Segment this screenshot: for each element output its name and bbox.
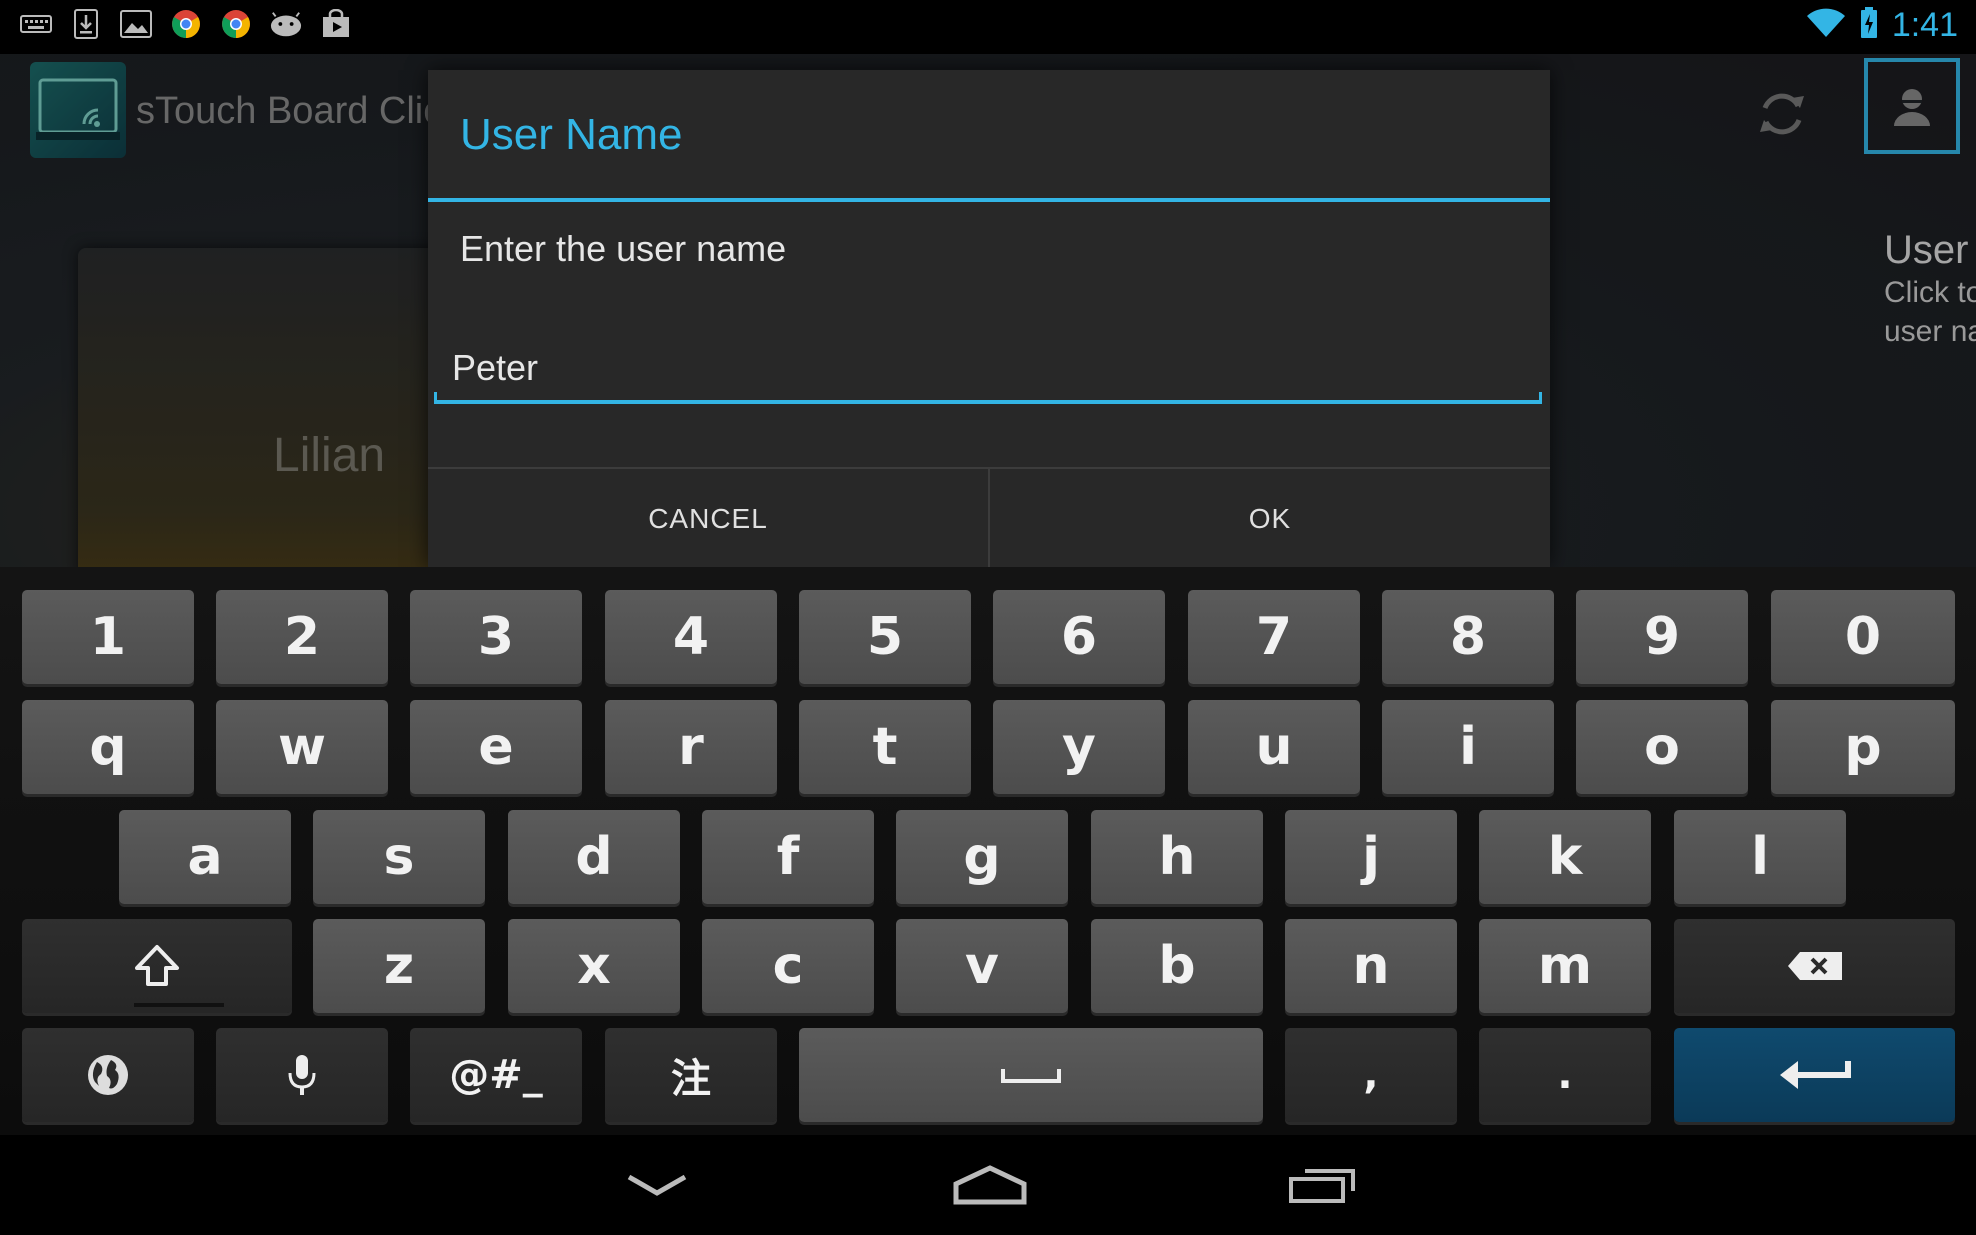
- key-d[interactable]: d: [508, 810, 680, 904]
- backspace-icon: [1787, 952, 1842, 980]
- recents-icon[interactable]: [1273, 1147, 1373, 1223]
- enter-key[interactable]: [1674, 1028, 1955, 1122]
- language-key[interactable]: [22, 1028, 194, 1122]
- chrome-icon: [170, 8, 202, 40]
- user-name-field-wrapper: [434, 340, 1542, 404]
- key-u[interactable]: u: [1188, 700, 1360, 794]
- shift-icon: [135, 945, 179, 986]
- key-2[interactable]: 2: [216, 590, 388, 684]
- chrome-icon: [220, 8, 252, 40]
- enter-icon: [1779, 1061, 1851, 1089]
- key-i[interactable]: i: [1382, 700, 1554, 794]
- key-o[interactable]: o: [1576, 700, 1748, 794]
- key-v[interactable]: v: [896, 919, 1068, 1013]
- ok-button[interactable]: OK: [988, 469, 1550, 569]
- dialog-message: Enter the user name: [460, 228, 787, 269]
- battery-icon: [1860, 7, 1878, 44]
- key-0[interactable]: 0: [1771, 590, 1955, 684]
- back-icon[interactable]: [607, 1147, 707, 1223]
- dialog-buttons: CANCEL OK: [428, 467, 1550, 569]
- backspace-key[interactable]: [1674, 919, 1955, 1013]
- user-name-input[interactable]: [434, 340, 1542, 396]
- cancel-button[interactable]: CANCEL: [428, 469, 988, 569]
- key-s[interactable]: s: [313, 810, 485, 904]
- voice-key[interactable]: [216, 1028, 388, 1122]
- status-right: 1:41: [1806, 6, 1958, 45]
- key-c[interactable]: c: [702, 919, 874, 1013]
- notification-icons: [20, 8, 352, 40]
- key-8[interactable]: 8: [1382, 590, 1554, 684]
- space-icon: [1001, 1069, 1061, 1083]
- key-a[interactable]: a: [119, 810, 291, 904]
- key-7[interactable]: 7: [1188, 590, 1360, 684]
- symbols-key[interactable]: @#_: [410, 1028, 582, 1122]
- key-h[interactable]: h: [1091, 810, 1263, 904]
- wifi-icon: [1806, 8, 1846, 43]
- microphone-icon: [288, 1055, 316, 1095]
- keyboard-icon: [20, 8, 52, 40]
- input-tick-right: [1539, 392, 1542, 404]
- key-1[interactable]: 1: [22, 590, 194, 684]
- key-z[interactable]: z: [313, 919, 485, 1013]
- key-w[interactable]: w: [216, 700, 388, 794]
- key-g[interactable]: g: [896, 810, 1068, 904]
- soft-keyboard: 1 2 3 4 5 6 7 8 9 0 q w e r t y u i o p …: [0, 567, 1976, 1135]
- key-q[interactable]: q: [22, 700, 194, 794]
- key-9[interactable]: 9: [1576, 590, 1748, 684]
- shift-key[interactable]: [22, 919, 292, 1013]
- key-p[interactable]: p: [1771, 700, 1955, 794]
- period-key[interactable]: .: [1479, 1028, 1651, 1122]
- android-icon: [270, 8, 302, 40]
- key-l[interactable]: l: [1674, 810, 1846, 904]
- key-y[interactable]: y: [993, 700, 1165, 794]
- key-6[interactable]: 6: [993, 590, 1165, 684]
- input-underline: [434, 400, 1542, 404]
- globe-icon: [88, 1055, 128, 1095]
- key-3[interactable]: 3: [410, 590, 582, 684]
- zhuyin-key[interactable]: 注: [605, 1028, 777, 1122]
- input-tick-left: [434, 392, 437, 404]
- user-name-dialog: User Name Enter the user name CANCEL OK: [428, 70, 1550, 569]
- play-store-icon: [320, 8, 352, 40]
- status-bar: 1:41: [0, 0, 1976, 54]
- space-key[interactable]: [799, 1028, 1263, 1122]
- dialog-title: User Name: [460, 110, 683, 159]
- image-icon: [120, 8, 152, 40]
- key-j[interactable]: j: [1285, 810, 1457, 904]
- key-f[interactable]: f: [702, 810, 874, 904]
- home-icon[interactable]: [940, 1147, 1040, 1223]
- key-x[interactable]: x: [508, 919, 680, 1013]
- key-e[interactable]: e: [410, 700, 582, 794]
- dialog-divider: [428, 198, 1550, 202]
- download-icon: [70, 8, 102, 40]
- key-4[interactable]: 4: [605, 590, 777, 684]
- key-r[interactable]: r: [605, 700, 777, 794]
- key-m[interactable]: m: [1479, 919, 1651, 1013]
- key-5[interactable]: 5: [799, 590, 971, 684]
- key-n[interactable]: n: [1285, 919, 1457, 1013]
- shift-indicator: [134, 1003, 224, 1007]
- key-t[interactable]: t: [799, 700, 971, 794]
- key-b[interactable]: b: [1091, 919, 1263, 1013]
- navigation-bar: [0, 1135, 1976, 1235]
- clock: 1:41: [1891, 6, 1958, 44]
- comma-key[interactable]: ,: [1285, 1028, 1457, 1122]
- key-k[interactable]: k: [1479, 810, 1651, 904]
